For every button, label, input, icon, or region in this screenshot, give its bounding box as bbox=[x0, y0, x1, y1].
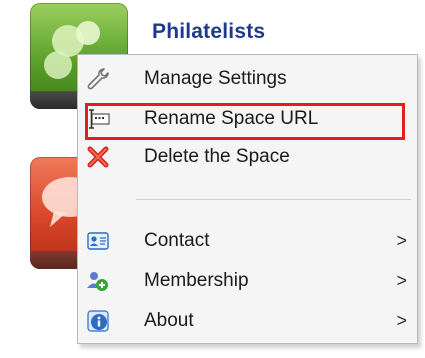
wrench-icon bbox=[87, 68, 109, 90]
delete-x-icon bbox=[87, 146, 109, 168]
menu-item-label: About bbox=[144, 310, 194, 331]
menu-item-rename-space-url[interactable]: Rename Space URL bbox=[78, 101, 417, 137]
menu-item-label: Membership bbox=[144, 270, 249, 291]
menu-item-label: Manage Settings bbox=[144, 68, 287, 89]
space-context-menu: Manage Settings Rename Space URL Delete … bbox=[77, 54, 418, 344]
rename-url-icon bbox=[89, 109, 110, 129]
menu-item-delete-space[interactable]: Delete the Space bbox=[78, 139, 417, 175]
space-actions-screen: Philatelists Manage Settings Rename Spac… bbox=[0, 0, 425, 358]
menu-separator bbox=[136, 199, 411, 200]
chevron-right-icon: > bbox=[396, 310, 407, 331]
membership-icon bbox=[87, 272, 108, 291]
menu-item-about[interactable]: About > bbox=[78, 303, 417, 339]
menu-item-membership[interactable]: Membership > bbox=[78, 263, 417, 299]
chevron-right-icon: > bbox=[396, 230, 407, 251]
menu-item-label: Rename Space URL bbox=[144, 108, 319, 129]
menu-item-label: Delete the Space bbox=[144, 146, 290, 167]
chevron-right-icon: > bbox=[396, 270, 407, 291]
about-info-icon bbox=[87, 310, 109, 332]
contact-card-icon bbox=[87, 232, 109, 250]
space-title[interactable]: Philatelists bbox=[152, 20, 265, 44]
menu-item-contact[interactable]: Contact > bbox=[78, 223, 417, 259]
menu-item-manage-settings[interactable]: Manage Settings bbox=[78, 61, 417, 97]
menu-item-label: Contact bbox=[144, 230, 210, 251]
